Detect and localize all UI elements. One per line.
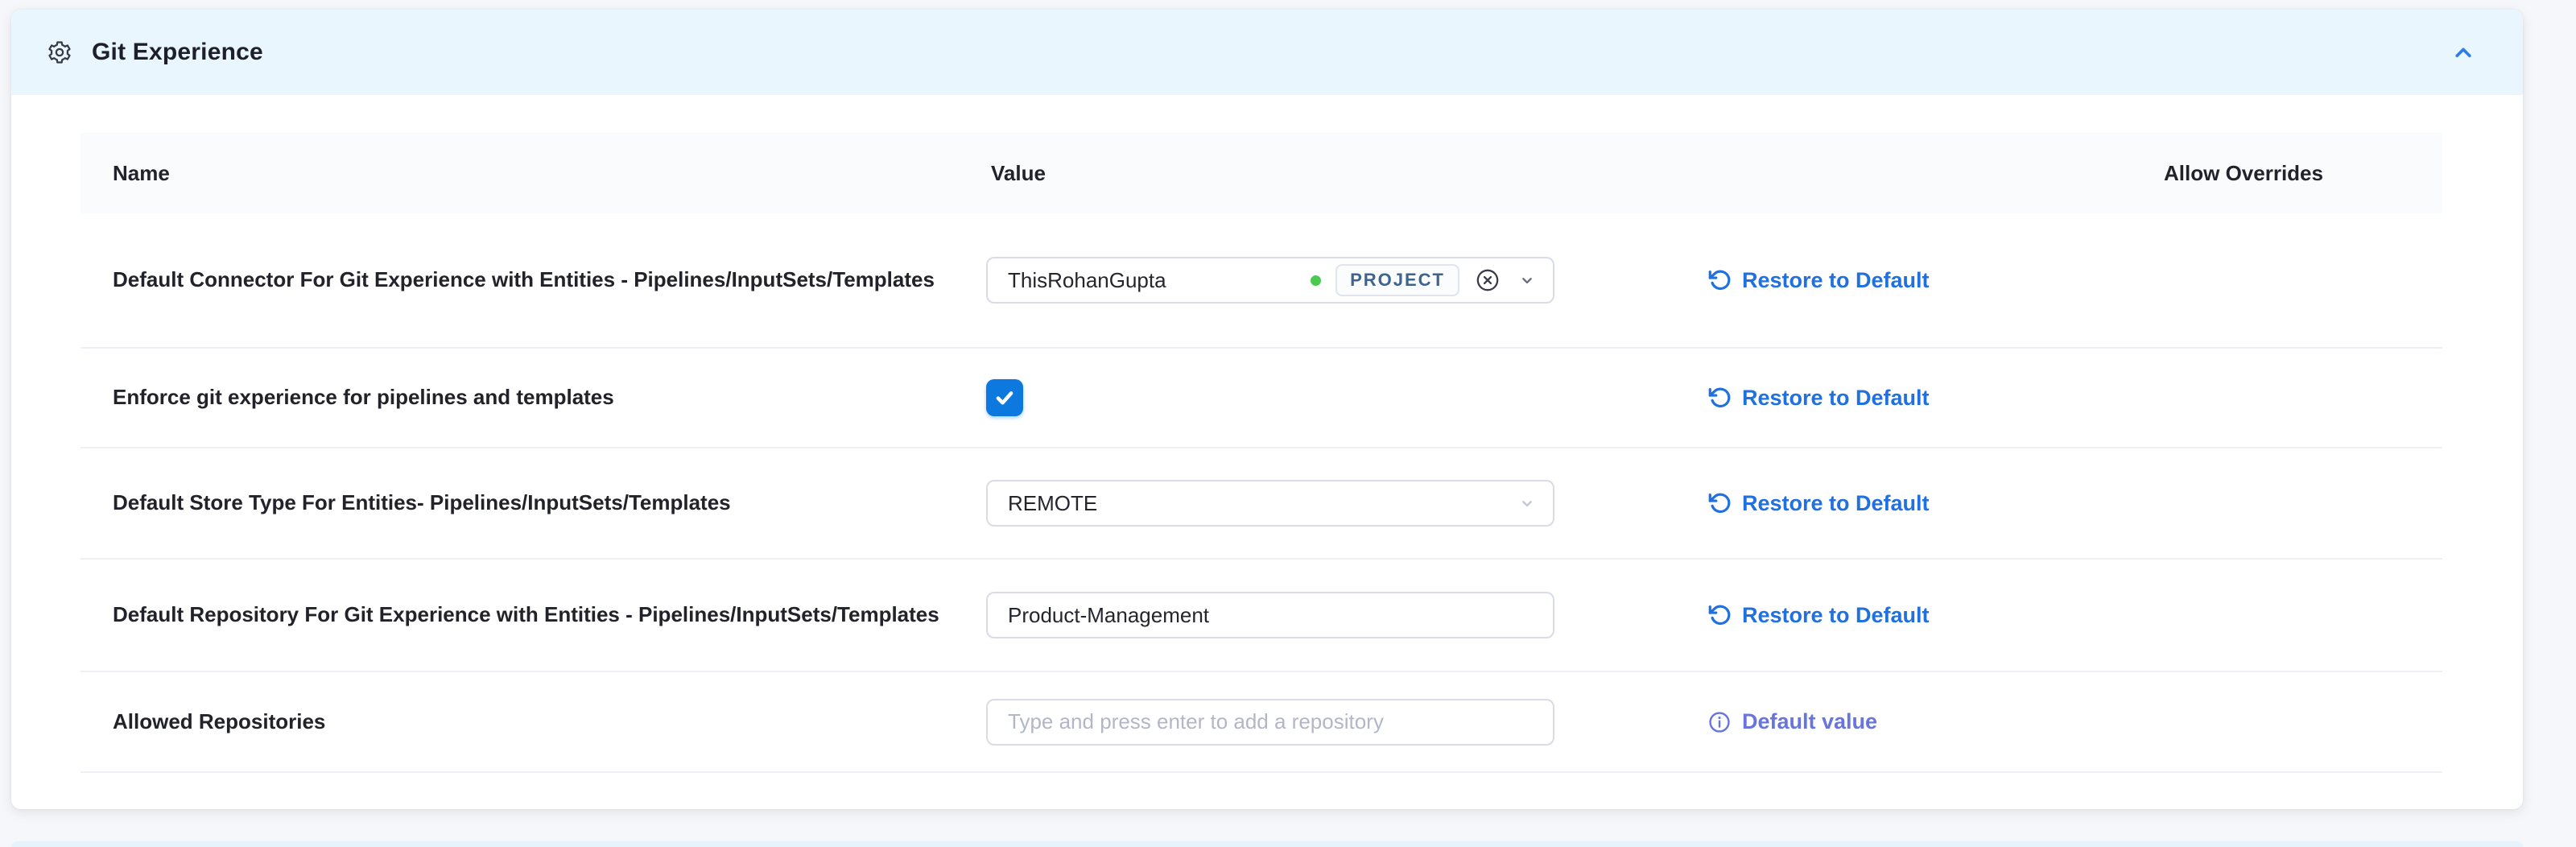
restore-icon	[1707, 385, 1732, 411]
store-type-select[interactable]: REMOTE	[986, 480, 1554, 527]
connectivity-status-dot	[1311, 275, 1321, 286]
setting-name-default-connector: Default Connector For Git Experience wit…	[80, 266, 986, 294]
setting-name-default-store-type: Default Store Type For Entities- Pipelin…	[80, 489, 986, 517]
chevron-down-icon[interactable]	[1516, 492, 1538, 514]
chevron-up-icon[interactable]	[2446, 35, 2481, 70]
column-header-value: Value	[986, 161, 1707, 186]
column-header-name: Name	[80, 161, 986, 186]
default-value-indicator[interactable]: Default value	[1707, 709, 2045, 735]
checkmark-icon	[993, 386, 1017, 410]
store-type-value: REMOTE	[1008, 491, 1097, 516]
next-section-header-peek	[11, 841, 2523, 847]
chevron-down-icon[interactable]	[1516, 269, 1538, 291]
setting-name-allowed-repositories: Allowed Repositories	[80, 708, 986, 736]
table-row: Allowed Repositories Default value	[80, 672, 2442, 773]
table-header-row: Name Value Allow Overrides	[80, 133, 2442, 213]
setting-name-default-repository: Default Repository For Git Experience wi…	[80, 601, 986, 629]
restore-to-default-button[interactable]: Restore to Default	[1707, 267, 2045, 293]
restore-to-default-button[interactable]: Restore to Default	[1707, 385, 2045, 411]
restore-to-default-label: Restore to Default	[1742, 491, 1930, 516]
git-experience-settings-card: Git Experience Name Value Allow Override…	[11, 10, 2523, 809]
connector-value: ThisRohanGupta	[1008, 268, 1166, 293]
table-row: Default Store Type For Entities- Pipelin…	[80, 448, 2442, 560]
restore-to-default-button[interactable]: Restore to Default	[1707, 602, 2045, 628]
table-row: Default Connector For Git Experience wit…	[80, 213, 2442, 349]
section-title: Git Experience	[92, 39, 263, 66]
restore-to-default-label: Restore to Default	[1742, 386, 1930, 411]
gear-icon	[47, 39, 72, 65]
connector-select[interactable]: ThisRohanGupta PROJECT	[986, 257, 1554, 304]
scope-badge: PROJECT	[1335, 264, 1459, 296]
restore-icon	[1707, 267, 1732, 293]
restore-to-default-label: Restore to Default	[1742, 603, 1930, 628]
info-icon	[1707, 709, 1732, 735]
restore-icon	[1707, 602, 1732, 628]
default-value-label: Default value	[1742, 709, 1877, 734]
restore-to-default-label: Restore to Default	[1742, 268, 1930, 293]
restore-icon	[1707, 490, 1732, 516]
setting-name-enforce-git-experience: Enforce git experience for pipelines and…	[80, 383, 986, 411]
table-row: Enforce git experience for pipelines and…	[80, 349, 2442, 448]
restore-to-default-button[interactable]: Restore to Default	[1707, 490, 2045, 516]
enforce-git-experience-checkbox[interactable]	[986, 379, 1023, 416]
settings-table: Name Value Allow Overrides Default Conne…	[80, 133, 2442, 773]
allowed-repositories-input[interactable]	[986, 699, 1554, 746]
default-repository-input[interactable]	[986, 592, 1554, 638]
table-row: Default Repository For Git Experience wi…	[80, 560, 2442, 672]
clear-icon[interactable]	[1474, 266, 1501, 294]
section-header: Git Experience	[11, 10, 2523, 95]
column-header-allow-overrides: Allow Overrides	[2045, 161, 2442, 186]
